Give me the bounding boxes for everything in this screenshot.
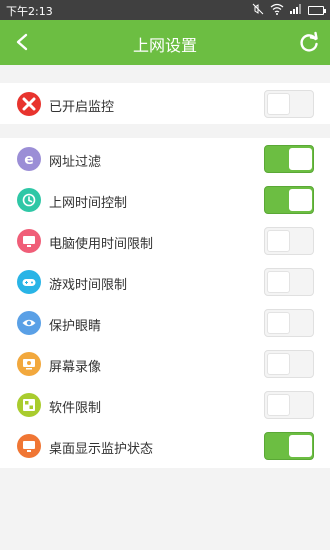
game-time-limit-label: 游戏时间限制 xyxy=(49,278,128,293)
monitor-label: 已开启监控 xyxy=(49,100,115,115)
screen-record-icon xyxy=(17,352,41,376)
battery-icon xyxy=(308,6,326,15)
setting-row-game-time-limit: 游戏时间限制 xyxy=(0,261,330,302)
ie-icon: e xyxy=(17,147,41,171)
toggle-knob xyxy=(267,93,290,115)
settings-card: e 网址过滤上网时间控制电脑使用时间限制 游戏时间限制 保护眼睛屏幕录像软件限制桌面显… xyxy=(0,138,330,468)
internet-time-control-toggle[interactable] xyxy=(264,186,314,214)
software-restriction-label: 软件限制 xyxy=(49,401,102,416)
desktop-icon xyxy=(17,434,41,458)
setting-row-internet-time-control: 上网时间控制 xyxy=(0,179,330,220)
toggle-knob xyxy=(289,148,312,170)
desktop-monitor-status-toggle[interactable] xyxy=(264,432,314,460)
url-filter-label: 网址过滤 xyxy=(49,155,102,170)
software-icon xyxy=(17,393,41,417)
setting-row-desktop-monitor-status: 桌面显示监护状态 xyxy=(0,425,330,466)
close-icon xyxy=(17,92,41,116)
screen-recording-label: 屏幕录像 xyxy=(49,360,102,375)
eye-protection-toggle[interactable] xyxy=(264,309,314,337)
toggle-knob xyxy=(267,230,290,252)
setting-row-screen-recording: 屏幕录像 xyxy=(0,343,330,384)
monitor-row: 已开启监控 xyxy=(0,83,330,124)
setting-row-software-restriction: 软件限制 xyxy=(0,384,330,425)
internet-time-control-label: 上网时间控制 xyxy=(49,196,128,211)
wifi-icon xyxy=(270,3,284,18)
setting-row-eye-protection: 保护眼睛 xyxy=(0,302,330,343)
refresh-icon xyxy=(300,31,318,52)
app-bar: 上网设置 xyxy=(0,20,330,65)
desktop-monitor-status-label: 桌面显示监护状态 xyxy=(49,442,154,457)
page-title: 上网设置 xyxy=(132,36,197,55)
toggle-knob xyxy=(289,435,312,457)
monitor-toggle[interactable] xyxy=(264,90,314,118)
pc-usage-time-limit-label: 电脑使用时间限制 xyxy=(49,237,154,252)
eye-protection-label: 保护眼睛 xyxy=(49,319,102,334)
game-time-limit-toggle[interactable] xyxy=(264,268,314,296)
toggle-knob xyxy=(267,312,290,334)
computer-icon xyxy=(17,229,41,253)
refresh-button[interactable] xyxy=(296,29,322,55)
toggle-knob xyxy=(267,353,290,375)
toggle-knob xyxy=(289,189,312,211)
signal-icon xyxy=(290,4,302,17)
setting-row-url-filter: e 网址过滤 xyxy=(0,138,330,179)
setting-row-pc-usage-time-limit: 电脑使用时间限制 xyxy=(0,220,330,261)
status-icons xyxy=(252,3,326,18)
eye-icon xyxy=(17,311,41,335)
svg-text:e: e xyxy=(24,152,34,167)
status-bar: 下午2:13 xyxy=(0,0,330,20)
url-filter-toggle[interactable] xyxy=(264,145,314,173)
status-time: 下午2:13 xyxy=(6,5,53,18)
clock-icon xyxy=(17,188,41,212)
gamepad-icon xyxy=(17,270,41,294)
screen-recording-toggle[interactable] xyxy=(264,350,314,378)
toggle-knob xyxy=(267,271,290,293)
toggle-knob xyxy=(267,394,290,416)
software-restriction-toggle[interactable] xyxy=(264,391,314,419)
pc-usage-time-limit-toggle[interactable] xyxy=(264,227,314,255)
blank-area xyxy=(0,468,330,550)
mute-icon xyxy=(252,3,264,18)
monitor-card: 已开启监控 xyxy=(0,83,330,124)
